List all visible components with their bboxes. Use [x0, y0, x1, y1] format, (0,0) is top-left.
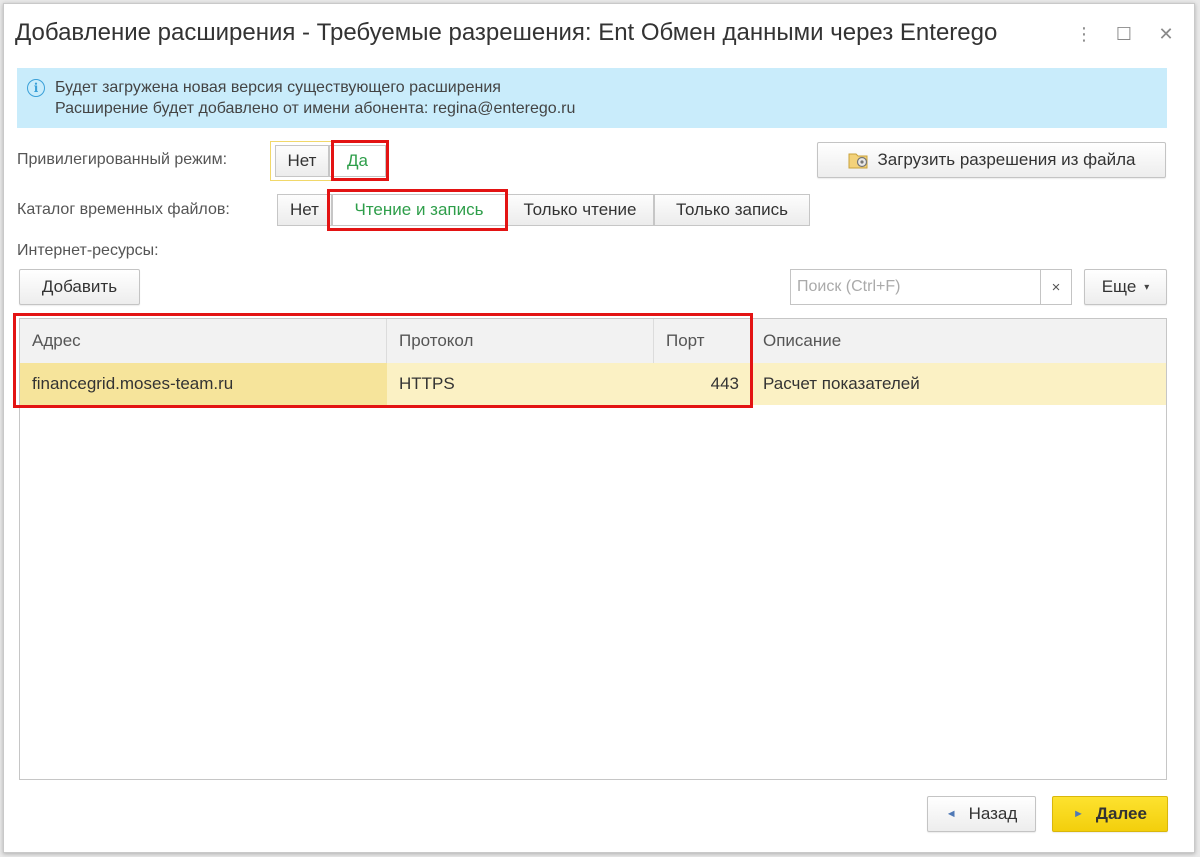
chevron-down-icon: ▾	[1144, 281, 1150, 293]
search-field: ×	[790, 269, 1072, 305]
add-button[interactable]: Добавить	[19, 269, 140, 305]
back-button[interactable]: ◄ Назад	[927, 796, 1036, 832]
back-button-label: Назад	[968, 804, 1018, 823]
cell-protocol[interactable]: HTTPS	[387, 363, 654, 405]
window-title: Добавление расширения - Требуемые разреш…	[15, 19, 998, 46]
more-actions-label: Еще	[1101, 277, 1137, 296]
privileged-mode-label: Привилегированный режим:	[17, 151, 228, 168]
info-banner: i Будет загружена новая версия существую…	[17, 68, 1167, 128]
temp-catalog-writeonly-button[interactable]: Только запись	[654, 194, 810, 226]
column-header-address[interactable]: Адрес	[20, 319, 387, 363]
info-icon: i	[27, 79, 45, 97]
search-clear-icon[interactable]: ×	[1040, 270, 1071, 304]
privileged-no-button[interactable]: Нет	[275, 145, 329, 177]
next-button-label: Далее	[1095, 804, 1147, 823]
internet-resources-label: Интернет-ресурсы:	[17, 242, 159, 259]
more-menu-icon[interactable]: ⋮	[1072, 22, 1096, 46]
cell-description[interactable]: Расчет показателей	[751, 363, 1166, 405]
load-permissions-button[interactable]: Загрузить разрешения из файла	[817, 142, 1166, 178]
column-header-protocol[interactable]: Протокол	[387, 319, 654, 363]
dialog-window: Добавление расширения - Требуемые разреш…	[3, 3, 1195, 853]
cell-address[interactable]: financegrid.moses-team.ru	[20, 363, 387, 405]
more-actions-button[interactable]: Еще ▾	[1084, 269, 1167, 305]
info-text-line2: Расширение будет добавлено от имени абон…	[55, 100, 576, 117]
arrow-right-icon: ►	[1073, 808, 1084, 820]
temp-catalog-readonly-button[interactable]: Только чтение	[506, 194, 654, 226]
temp-catalog-no-button[interactable]: Нет	[277, 194, 332, 226]
folder-gear-icon	[848, 150, 870, 170]
cell-port[interactable]: 443	[654, 363, 751, 405]
maximize-icon[interactable]: ☐	[1112, 22, 1136, 46]
privileged-yes-button[interactable]: Да	[329, 145, 386, 177]
internet-resources-table: Адрес Протокол Порт Описание financegrid…	[19, 318, 1167, 780]
temp-catalog-label: Каталог временных файлов:	[17, 201, 230, 218]
table-header: Адрес Протокол Порт Описание	[20, 319, 1166, 364]
table-row[interactable]: financegrid.moses-team.ru HTTPS 443 Расч…	[20, 363, 1166, 405]
close-icon[interactable]: ✕	[1154, 22, 1178, 46]
info-text-line1: Будет загружена новая версия существующе…	[55, 79, 501, 96]
next-button[interactable]: ► Далее	[1052, 796, 1168, 832]
column-header-description[interactable]: Описание	[751, 319, 1166, 363]
search-input[interactable]	[791, 270, 1041, 304]
temp-catalog-readwrite-button[interactable]: Чтение и запись	[332, 194, 506, 226]
load-permissions-label: Загрузить разрешения из файла	[877, 150, 1136, 169]
column-header-port[interactable]: Порт	[654, 319, 751, 363]
arrow-left-icon: ◄	[945, 808, 957, 820]
title-bar: Добавление расширения - Требуемые разреш…	[4, 4, 1194, 64]
